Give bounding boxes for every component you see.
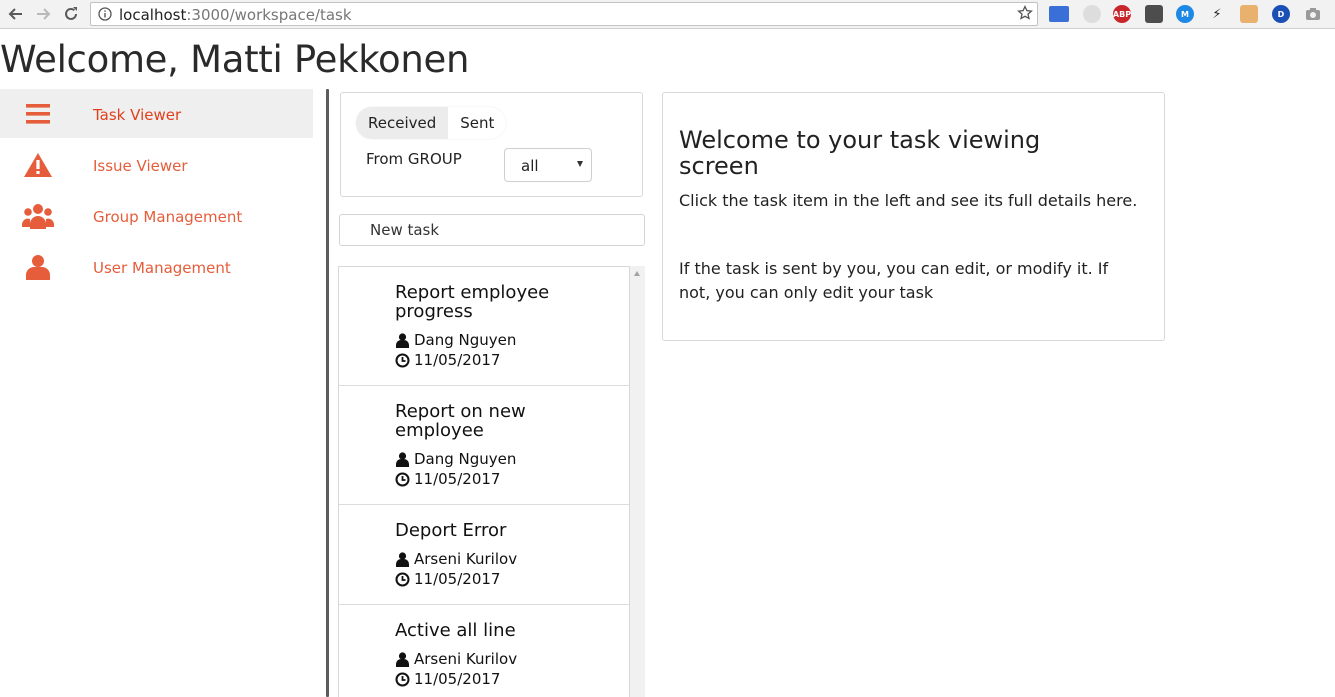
group-select[interactable]: all: [504, 148, 592, 182]
sidebar-item-label: Group Management: [93, 208, 243, 226]
group-select-value: all: [521, 157, 539, 175]
task-list-item[interactable]: Deport Error Arseni Kurilov 11/05/2017: [339, 505, 629, 605]
camera-ext-icon[interactable]: [1304, 5, 1322, 23]
pocket-ext-icon[interactable]: [1145, 5, 1163, 23]
sidebar-item-task-viewer[interactable]: Task Viewer: [0, 89, 313, 138]
bookmark-star-icon[interactable]: [1017, 4, 1033, 26]
back-button[interactable]: [6, 4, 26, 24]
sidebar-divider[interactable]: [326, 89, 329, 697]
d-ext-icon[interactable]: D: [1272, 5, 1290, 23]
received-sent-toggle: Received Sent: [356, 107, 507, 139]
task-date-text: 11/05/2017: [414, 470, 501, 488]
sidebar-item-label: Issue Viewer: [93, 157, 188, 175]
detail-heading: Welcome to your task viewing screen: [679, 126, 1041, 180]
adblock-ext-icon[interactable]: ABP: [1113, 5, 1131, 23]
task-date: 11/05/2017: [395, 570, 500, 588]
task-list: Report employee progress Dang Nguyen 11/…: [338, 266, 630, 697]
task-assignee: Arseni Kurilov: [395, 650, 517, 668]
reload-icon: [65, 7, 77, 20]
task-date-text: 11/05/2017: [414, 351, 501, 369]
user-icon: [396, 551, 409, 567]
task-title: Active all line: [395, 620, 516, 641]
task-detail-panel: Welcome to your task viewing screen Clic…: [662, 92, 1165, 341]
search-ext-icon[interactable]: [1083, 5, 1101, 23]
clock-icon: [395, 572, 410, 586]
users-icon: [22, 202, 54, 230]
user-icon: [22, 253, 54, 281]
address-bar[interactable]: localhost:3000/workspace/task: [90, 2, 1038, 26]
sidebar-item-issue-viewer[interactable]: Issue Viewer: [0, 140, 313, 189]
task-assignee-name: Arseni Kurilov: [414, 650, 518, 668]
sidebar-item-label: Task Viewer: [93, 106, 182, 124]
task-list-item[interactable]: Report on new employee Dang Nguyen 11/05…: [339, 386, 629, 505]
task-assignee-name: Dang Nguyen: [414, 331, 517, 349]
url-text: localhost:3000/workspace/task: [119, 6, 352, 24]
task-date-text: 11/05/2017: [414, 670, 501, 688]
clock-icon: [395, 672, 410, 686]
task-list-scrollbar[interactable]: [630, 266, 645, 697]
task-list-item[interactable]: Report employee progress Dang Nguyen 11/…: [339, 267, 629, 386]
clock-icon: [395, 472, 410, 486]
info-icon[interactable]: [98, 7, 112, 26]
task-title: Report on new employee: [395, 401, 526, 441]
task-date-text: 11/05/2017: [414, 570, 501, 588]
mercury-ext-icon[interactable]: M: [1176, 5, 1194, 23]
sidebar-item-label: User Management: [93, 259, 231, 277]
user-icon: [396, 651, 409, 667]
sidebar-item-group-management[interactable]: Group Management: [0, 191, 313, 240]
task-list-item[interactable]: Active all line Arseni Kurilov 11/05/201…: [339, 605, 629, 697]
task-assignee-name: Dang Nguyen: [414, 450, 517, 468]
back-arrow-icon: [8, 8, 22, 20]
task-assignee: Dang Nguyen: [395, 450, 516, 468]
translate-ext-icon[interactable]: [1049, 6, 1069, 22]
task-assignee: Arseni Kurilov: [395, 550, 517, 568]
scroll-up-arrow-icon[interactable]: [634, 271, 640, 276]
task-title: Report employee progress: [395, 282, 550, 322]
task-date: 11/05/2017: [395, 470, 500, 488]
hamburger-icon: [22, 100, 54, 128]
tab-sent[interactable]: Sent: [448, 107, 507, 139]
clock-icon: [395, 353, 410, 367]
sidebar-item-user-management[interactable]: User Management: [0, 242, 313, 291]
user-icon: [396, 451, 409, 467]
forward-button[interactable]: [33, 4, 53, 24]
user-icon: [396, 332, 409, 348]
chevron-down-icon: [577, 161, 583, 167]
task-filter-panel: Received Sent From GROUP all: [340, 92, 643, 197]
task-date: 11/05/2017: [395, 351, 500, 369]
warning-icon: [22, 151, 54, 179]
detail-permissions-note: If the task is sent by you, you can edit…: [679, 259, 1109, 302]
browser-toolbar: localhost:3000/workspace/task ABP M ⚡ D: [0, 0, 1335, 29]
avatar-ext-icon[interactable]: [1240, 5, 1258, 23]
reload-button[interactable]: [61, 4, 81, 24]
task-assignee: Dang Nguyen: [395, 331, 516, 349]
forward-arrow-icon: [37, 8, 51, 20]
task-date: 11/05/2017: [395, 670, 500, 688]
detail-instructions: Click the task item in the left and see …: [679, 191, 1138, 210]
new-task-input[interactable]: [339, 214, 645, 246]
page-title: Welcome, Matti Pekkonen: [0, 38, 470, 81]
task-assignee-name: Arseni Kurilov: [414, 550, 518, 568]
lightning-ext-icon[interactable]: ⚡: [1208, 5, 1226, 23]
from-group-label: From GROUP: [366, 150, 462, 168]
sidebar: Task Viewer Issue Viewer Group Managemen…: [0, 89, 330, 697]
tab-received[interactable]: Received: [356, 107, 449, 139]
task-title: Deport Error: [395, 520, 507, 541]
